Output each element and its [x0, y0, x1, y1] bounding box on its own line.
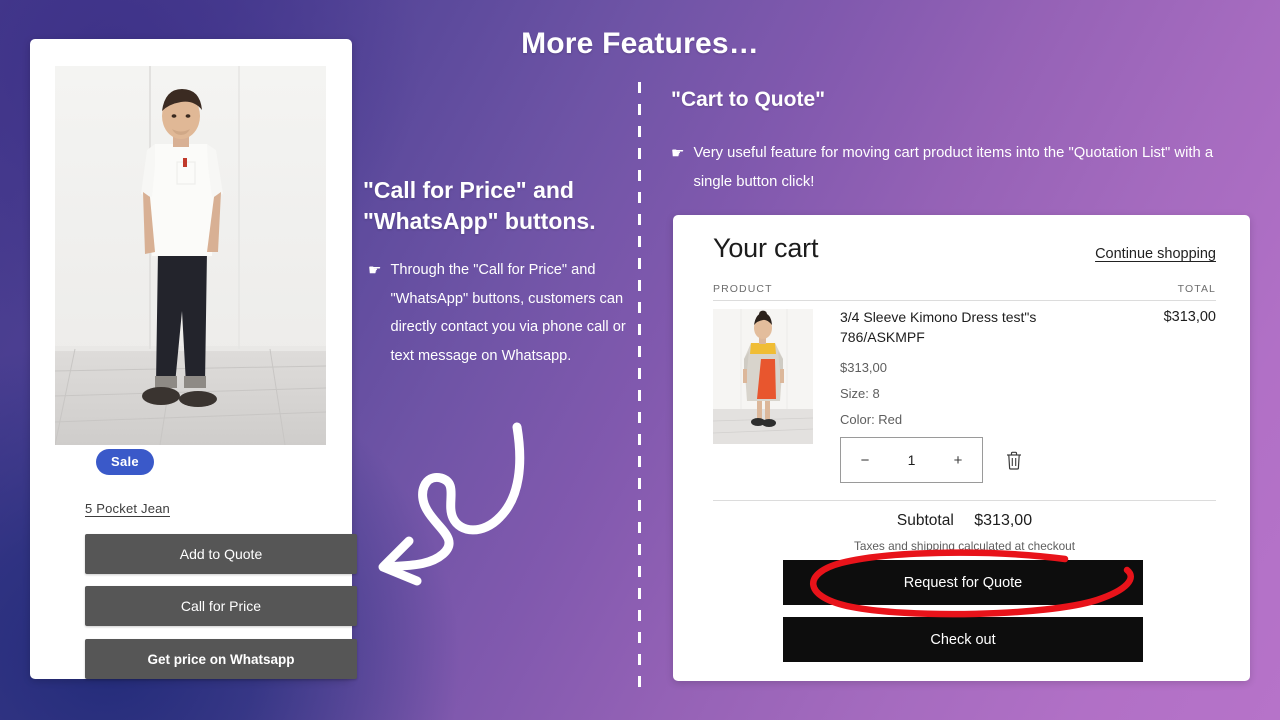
- quantity-stepper[interactable]: − 1 +: [840, 437, 983, 483]
- cart-panel: Your cart Continue shopping PRODUCT TOTA…: [673, 215, 1250, 681]
- right-callout-text: Very useful feature for moving cart prod…: [693, 145, 1214, 190]
- pointing-hand-icon: ☛: [671, 145, 685, 162]
- hand-drawn-arrow: [365, 415, 545, 605]
- cart-item-price: $313,00: [840, 359, 887, 375]
- cart-title: Your cart: [713, 233, 819, 263]
- product-image: [55, 66, 326, 445]
- quantity-decrease-button[interactable]: −: [858, 453, 872, 468]
- column-header-product: PRODUCT: [713, 283, 773, 295]
- quantity-increase-button[interactable]: +: [951, 453, 965, 468]
- cart-item-details: 3/4 Sleeve Kimono Dress test"s 786/ASKMP…: [840, 308, 1095, 426]
- slide-canvas: More Features… Sale 5 Pocket Jean Add to…: [0, 0, 1280, 720]
- cart-item-size: Size: 8: [840, 385, 880, 401]
- subtotal-divider: [713, 500, 1216, 501]
- cart-item-photo-illustration: [713, 309, 813, 444]
- header-divider: [713, 300, 1216, 301]
- section-divider: [638, 82, 641, 690]
- cart-item-line-total: $313,00: [1163, 309, 1216, 325]
- middle-heading-line-1: "Call for Price" and: [363, 177, 574, 203]
- sale-badge: Sale: [96, 449, 154, 475]
- middle-heading-line-2: "WhatsApp" buttons.: [363, 207, 596, 234]
- trash-icon[interactable]: [1005, 450, 1023, 470]
- cart-item-name: 3/4 Sleeve Kimono Dress test"s 786/ASKMP…: [840, 309, 1037, 345]
- add-to-quote-button[interactable]: Add to Quote: [85, 534, 357, 574]
- subtotal-row: Subtotal $313,00: [713, 512, 1216, 530]
- cart-item-color: Color: Red: [840, 411, 903, 427]
- call-for-price-button[interactable]: Call for Price: [85, 586, 357, 626]
- arrow-icon: [378, 422, 525, 586]
- cart-item-image[interactable]: [713, 309, 813, 444]
- right-callout-body: ☛ Very useful feature for moving cart pr…: [671, 139, 1231, 197]
- middle-callout-heading: "Call for Price" and "WhatsApp" buttons.: [363, 175, 625, 236]
- tax-note: Taxes and shipping calculated at checkou…: [853, 539, 1075, 553]
- middle-callout-text: Through the "Call for Price" and "WhatsA…: [390, 262, 626, 365]
- quantity-value[interactable]: 1: [908, 452, 916, 468]
- continue-shopping-link[interactable]: Continue shopping: [1095, 246, 1216, 262]
- middle-callout-body: ☛ Through the "Call for Price" and "What…: [368, 256, 626, 371]
- subtotal-label: Subtotal: [896, 512, 954, 529]
- product-title-link[interactable]: 5 Pocket Jean: [85, 501, 170, 516]
- cart-item-quantity-row: − 1 +: [840, 437, 1023, 483]
- right-callout-heading: "Cart to Quote": [671, 88, 826, 111]
- get-price-whatsapp-button[interactable]: Get price on Whatsapp: [85, 639, 357, 679]
- column-header-total: TOTAL: [1177, 283, 1216, 295]
- product-card: Sale 5 Pocket Jean Add to Quote Call for…: [30, 39, 357, 679]
- subtotal-value: $313,00: [974, 512, 1033, 529]
- request-for-quote-button[interactable]: Request for Quote: [783, 560, 1143, 605]
- product-photo-illustration: [55, 66, 326, 445]
- checkout-button[interactable]: Check out: [783, 617, 1143, 662]
- pointing-hand-icon: ☛: [368, 262, 382, 279]
